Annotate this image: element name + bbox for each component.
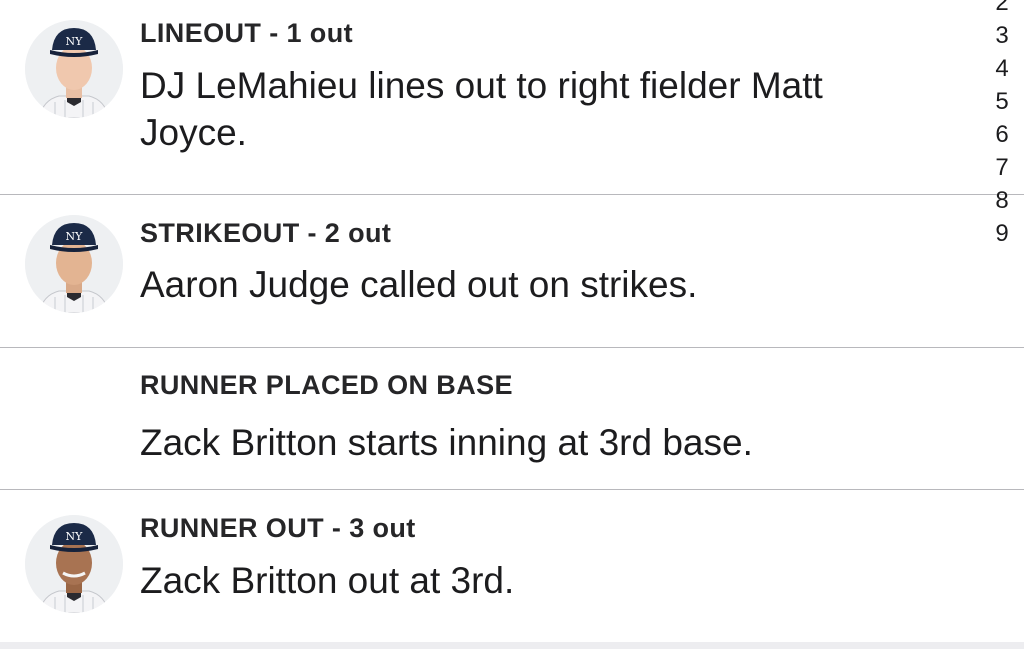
svg-text:NY: NY [66,35,84,48]
play-description: DJ LeMahieu lines out to right fielder M… [140,65,823,153]
play-headline: RUNNER PLACED ON BASE [140,370,513,400]
play-by-play-feed: NY LINEOUT - 1 out DJ LeMahieu lines out… [0,0,1024,649]
inning-index-item[interactable]: 8 [990,184,1014,217]
inning-index-item[interactable]: 3 [990,19,1014,52]
inning-index-bar[interactable]: 2 3 4 5 6 7 8 9 [990,0,1014,250]
play-headline: RUNNER OUT - 3 out [140,513,416,543]
svg-text:NY: NY [66,230,84,243]
inning-index-item[interactable]: 7 [990,151,1014,184]
play-headline: STRIKEOUT - 2 out [140,218,392,248]
play-description: Zack Britton out at 3rd. [140,560,515,601]
list-footer-divider [0,642,1024,649]
play-description: Aaron Judge called out on strikes. [140,264,698,305]
play-row[interactable]: RUNNER PLACED ON BASE Zack Britton start… [0,348,1024,490]
inning-index-item[interactable]: 4 [990,52,1014,85]
play-row[interactable]: NY LINEOUT - 1 out DJ LeMahieu lines out… [0,0,1024,195]
player-avatar-icon: NY [25,515,123,613]
inning-index-item[interactable]: 6 [990,118,1014,151]
player-avatar-icon: NY [25,20,123,118]
inning-index-item[interactable]: 2 [990,0,1014,19]
play-row[interactable]: NY RUNNER OUT - 3 out Zack Britton out a… [0,490,1024,642]
inning-index-item[interactable]: 5 [990,85,1014,118]
play-row[interactable]: NY STRIKEOUT - 2 out Aaron Judge called … [0,195,1024,348]
svg-text:NY: NY [66,530,84,543]
play-headline: LINEOUT - 1 out [140,18,353,48]
play-description: Zack Britton starts inning at 3rd base. [140,422,753,463]
player-avatar-icon: NY [25,215,123,313]
inning-index-item[interactable]: 9 [990,217,1014,250]
